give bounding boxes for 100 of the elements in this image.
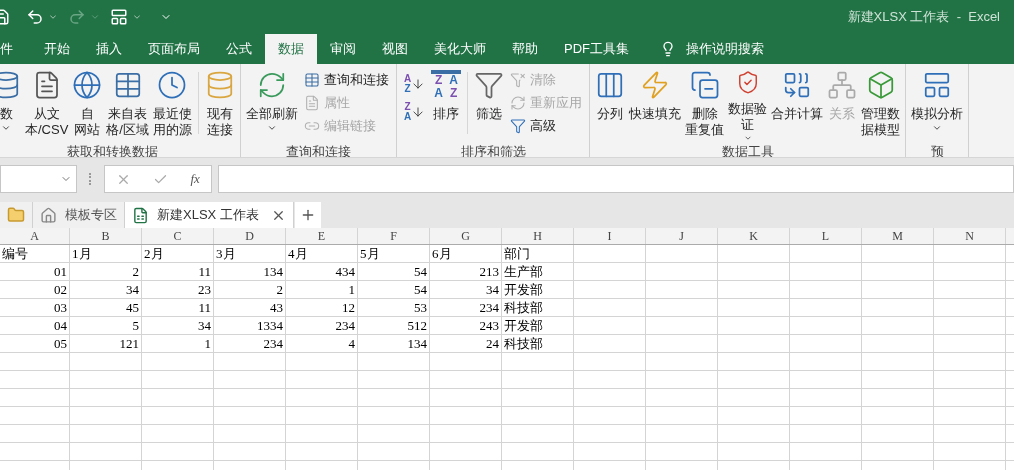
column-header[interactable]: N	[934, 228, 1006, 244]
group-label: 获取和转换数据	[66, 143, 160, 157]
table-cell: 34	[70, 281, 142, 298]
sort-button[interactable]: A Z	[403, 74, 426, 94]
column-header[interactable]: J	[646, 228, 718, 244]
globe-icon	[72, 70, 103, 100]
column-header[interactable]: D	[214, 228, 286, 244]
ribbon-button[interactable]: Z A A Z 排序	[429, 64, 464, 142]
caret-icon[interactable]	[132, 12, 142, 22]
ribbon-button[interactable]: 数据验 证	[726, 64, 770, 142]
button-label: 筛选	[476, 106, 503, 122]
ribbon-button[interactable]: 从文 本/CSV	[23, 64, 71, 142]
name-box[interactable]	[0, 165, 77, 193]
ribbon-button[interactable]: 管理数 据模型	[859, 64, 903, 142]
ribbon-small-button[interactable]: 高级	[510, 116, 583, 136]
filter-icon	[474, 70, 505, 100]
ribbon-tab[interactable]: 页面布局	[135, 34, 213, 64]
group-label: 排序和筛选	[459, 143, 527, 157]
button-label: 现有 连接	[206, 106, 233, 138]
lightbulb-icon	[660, 41, 676, 57]
button-label: 来自表 格/区域	[106, 106, 149, 138]
column-header[interactable]: K	[718, 228, 790, 244]
ribbon-button[interactable]: 筛选	[472, 64, 507, 142]
caret-icon[interactable]	[90, 12, 100, 22]
column-header[interactable]: G	[430, 228, 502, 244]
ribbon-button[interactable]: 现有 连接	[202, 64, 237, 142]
table-icon	[303, 72, 320, 88]
ribbon-tab[interactable]: 帮助	[499, 34, 551, 64]
column-header[interactable]: A	[0, 228, 70, 244]
sort-button[interactable]: Z A	[403, 102, 426, 122]
tell-me-search[interactable]: 操作说明搜索	[660, 34, 764, 64]
document-tab[interactable]: 新建XLSX 工作表	[125, 202, 294, 228]
home-icon	[40, 206, 57, 224]
new-tab-button[interactable]	[294, 202, 321, 228]
ribbon-button[interactable]: 快速填充	[627, 64, 684, 142]
table-cell: 121	[70, 335, 142, 352]
button-label: 数据验 证	[728, 100, 768, 133]
table-cell: 生产部	[502, 263, 574, 280]
button-label: 最近使 用的源	[152, 106, 192, 138]
formula-input[interactable]	[218, 165, 1014, 193]
column-header[interactable]: L	[790, 228, 862, 244]
table-cell: 34	[430, 281, 502, 298]
ribbon-button[interactable]: 来自表 格/区域	[104, 64, 151, 142]
ribbon-tab[interactable]: 审阅	[317, 34, 369, 64]
caret-icon	[1, 123, 11, 133]
insert-function-button[interactable]: fx	[190, 169, 200, 189]
document-tab[interactable]	[0, 202, 33, 228]
ribbon-button[interactable]: 模拟分析	[909, 64, 966, 142]
ribbon-tab[interactable]: 美化大师	[421, 34, 499, 64]
table-cell: 434	[286, 263, 358, 280]
column-header[interactable]: I	[574, 228, 646, 244]
button-label: 管理数 据模型	[861, 106, 901, 138]
table-cell: 1月	[70, 245, 142, 262]
spreadsheet-icon	[132, 206, 149, 224]
table-cell: 2	[214, 281, 286, 298]
ribbon-tab[interactable]: 视图	[369, 34, 421, 64]
ribbon-tab[interactable]: 件	[0, 34, 31, 64]
table-cell: 1	[142, 335, 214, 352]
ribbon-tab[interactable]: 数据	[265, 34, 317, 64]
ribbon-tab[interactable]: 公式	[213, 34, 265, 64]
table-cell: 43	[214, 299, 286, 316]
column-header[interactable]: E	[286, 228, 358, 244]
ribbon-button[interactable]: 最近使 用的源	[150, 64, 194, 142]
ribbon-small-button[interactable]: 查询和连接	[303, 70, 389, 90]
ribbon-button[interactable]: 全部刷新	[243, 64, 300, 142]
redo-icon[interactable]	[68, 8, 86, 26]
advanced-filter-icon	[510, 118, 527, 134]
column-header[interactable]: F	[358, 228, 430, 244]
table-cell: 1334	[214, 317, 286, 334]
table-cell: 6月	[430, 245, 502, 262]
column-header[interactable]: M	[862, 228, 934, 244]
column-header[interactable]: C	[142, 228, 214, 244]
ribbon-button[interactable]: 数	[0, 64, 23, 142]
ribbon-button[interactable]: 自 网站	[70, 64, 105, 142]
table-cell: 134	[214, 263, 286, 280]
table-cell: 5月	[358, 245, 430, 262]
ribbon-tab[interactable]: 开始	[31, 34, 83, 64]
duplicates-icon	[689, 70, 720, 100]
ribbon-button[interactable]: 合并计算	[769, 64, 826, 142]
table-cell: 1	[286, 281, 358, 298]
column-header[interactable]: H	[502, 228, 574, 244]
table-cell: 4	[286, 335, 358, 352]
table-cell: 3月	[214, 245, 286, 262]
button-label: 数	[0, 106, 13, 122]
table-cell: 512	[358, 317, 430, 334]
clock-icon	[157, 70, 188, 100]
caret-icon[interactable]	[48, 12, 58, 22]
ribbon-button[interactable]: 分列	[593, 64, 628, 142]
button-label: 排序	[433, 106, 460, 122]
table-cell: 03	[0, 299, 70, 316]
table-cell: 54	[358, 281, 430, 298]
undo-icon[interactable]	[26, 8, 44, 26]
column-header[interactable]: B	[70, 228, 142, 244]
group-label: 查询和连接	[284, 143, 352, 157]
ribbon-tab[interactable]: 插入	[83, 34, 135, 64]
button-label: 模拟分析	[911, 106, 964, 122]
button-label: 快速填充	[629, 106, 682, 122]
ribbon-tab[interactable]: PDF工具集	[551, 34, 642, 64]
document-tab[interactable]: 模板专区	[33, 202, 125, 228]
ribbon-button[interactable]: 删除 重复值	[683, 64, 727, 142]
